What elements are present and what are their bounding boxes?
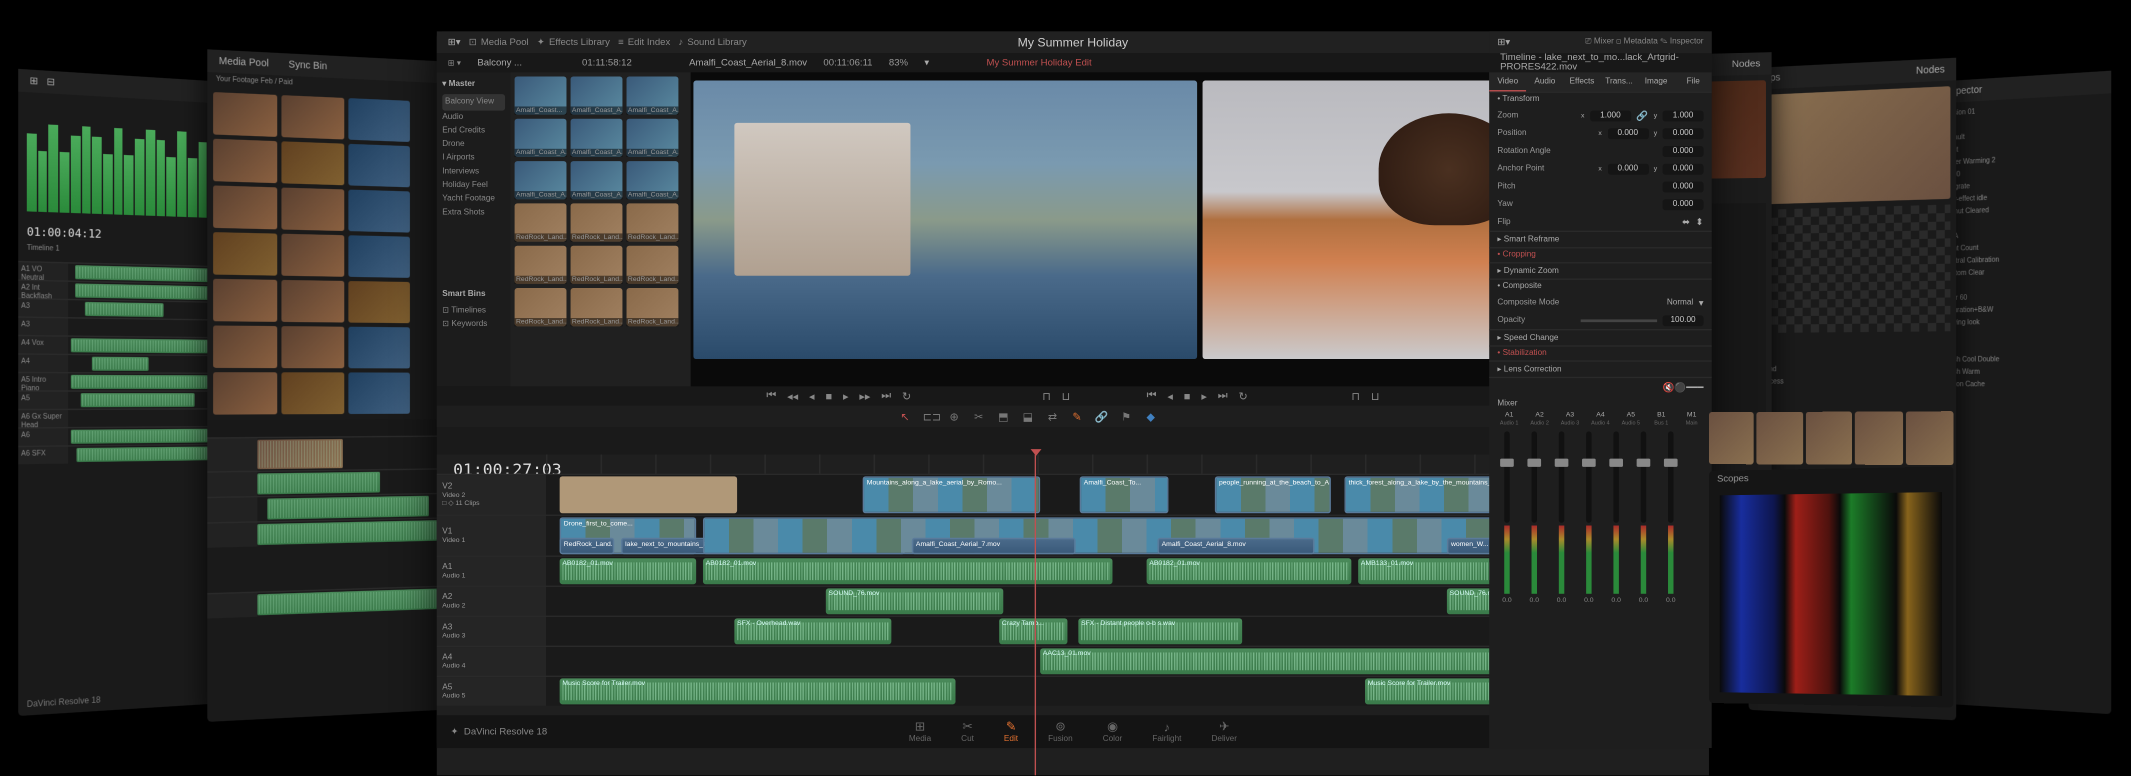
zoom-x-field[interactable]: 1.000	[1590, 110, 1631, 121]
scopes-panel[interactable]: Scopes	[1709, 466, 1954, 707]
tab-edit[interactable]: ✎Edit	[1004, 719, 1018, 744]
tab-fusion[interactable]: ⊚Fusion	[1048, 719, 1073, 744]
cut-thumbs[interactable]	[207, 86, 443, 420]
link-icon[interactable]: 🔗	[1095, 410, 1109, 422]
tab-fairlight[interactable]: ♪Fairlight	[1152, 720, 1181, 743]
audio-meters	[18, 92, 225, 227]
marker-icon[interactable]: ◆	[1144, 410, 1158, 422]
playhead[interactable]	[1035, 455, 1036, 776]
flag-icon[interactable]: ⚑	[1119, 410, 1133, 422]
inspector-window-right: Inspector Version 01 Default Input Hyper…	[1933, 71, 2111, 715]
trim-tool-icon[interactable]: ⊏⊐	[923, 410, 937, 422]
effects-library-toggle[interactable]: ✦ Effects Library	[537, 37, 610, 48]
stop-icon[interactable]: ■	[825, 390, 832, 402]
mute-icon[interactable]: 🔇	[1662, 382, 1674, 393]
timeline-clip-name: My Summer Holiday Edit	[987, 58, 1092, 68]
clip-thumb[interactable]	[515, 76, 567, 114]
selection-tool-icon[interactable]: ↖	[898, 410, 912, 422]
step-back-icon[interactable]: ◂◂	[787, 390, 798, 402]
blade-tool-icon[interactable]: ✂	[972, 410, 986, 422]
overwrite-icon[interactable]: ⬓	[1021, 410, 1035, 422]
tab-media[interactable]: ⊞Media	[909, 719, 931, 744]
tab-deliver[interactable]: ✈Deliver	[1211, 719, 1236, 744]
source-tc: 01:11:58:12	[582, 58, 632, 68]
section-transform[interactable]: • Transform	[1489, 91, 1711, 106]
insert-icon[interactable]: ⬒	[996, 410, 1010, 422]
layout-menu-icon[interactable]: ⊞▾	[448, 37, 461, 48]
source-viewer[interactable]	[691, 72, 1200, 386]
edit-index-toggle[interactable]: ≡ Edit Index	[618, 38, 670, 48]
loop-icon[interactable]: ↻	[902, 390, 911, 402]
replace-icon[interactable]: ⇄	[1046, 410, 1060, 422]
dynamic-trim-icon[interactable]: ⊕	[947, 410, 961, 422]
inspector-tab-video[interactable]: Video	[1489, 72, 1526, 91]
checker-viewer	[1754, 204, 1951, 333]
razor-icon[interactable]: ✎	[1070, 410, 1084, 422]
source-clip-name: Amalfi_Coast_Aerial_8.mov	[689, 58, 807, 68]
play-icon[interactable]: ▸	[843, 390, 848, 402]
dim-icon[interactable]: ⚫	[1674, 382, 1686, 393]
fusion-viewer	[1754, 86, 1951, 204]
bin-list[interactable]: ▾ Master Balcony View Audio End Credits …	[437, 72, 511, 386]
match-frame-icon[interactable]: ⊓	[1351, 390, 1360, 402]
play-reverse-icon[interactable]: ◂	[809, 390, 814, 402]
sound-library-toggle[interactable]: ♪ Sound Library	[678, 38, 746, 48]
inspector-panel: ⊞▾⎚ Mixer ⊡ Metadata ✎ Inspector Timelin…	[1489, 31, 1711, 748]
media-pool-thumbs[interactable]	[511, 72, 691, 386]
tab-cut[interactable]: ✂Cut	[961, 719, 974, 744]
tab-color[interactable]: ◉Color	[1103, 719, 1123, 744]
fairlight-window: ⊞⊟ 01:00:04:12 Timeline 1 A1 VO Neutral …	[18, 69, 225, 716]
cut-window: Media PoolSync Bin Your Footage Feb / Pa…	[207, 49, 443, 722]
mixer-panel[interactable]: 0.0 0.0 0.0 0.0 0.0 0.0 0.0	[1489, 426, 1711, 610]
media-pool-toggle[interactable]: ⊡ Media Pool	[469, 37, 529, 48]
next-clip-icon[interactable]: ⏭	[881, 389, 891, 403]
color-clip-strip[interactable]	[1709, 411, 1954, 465]
prev-clip-icon[interactable]: ⏮	[766, 389, 776, 403]
brand-label: ✦ DaVinci Resolve 18	[450, 726, 547, 737]
step-fwd-icon[interactable]: ▸▸	[859, 390, 870, 402]
